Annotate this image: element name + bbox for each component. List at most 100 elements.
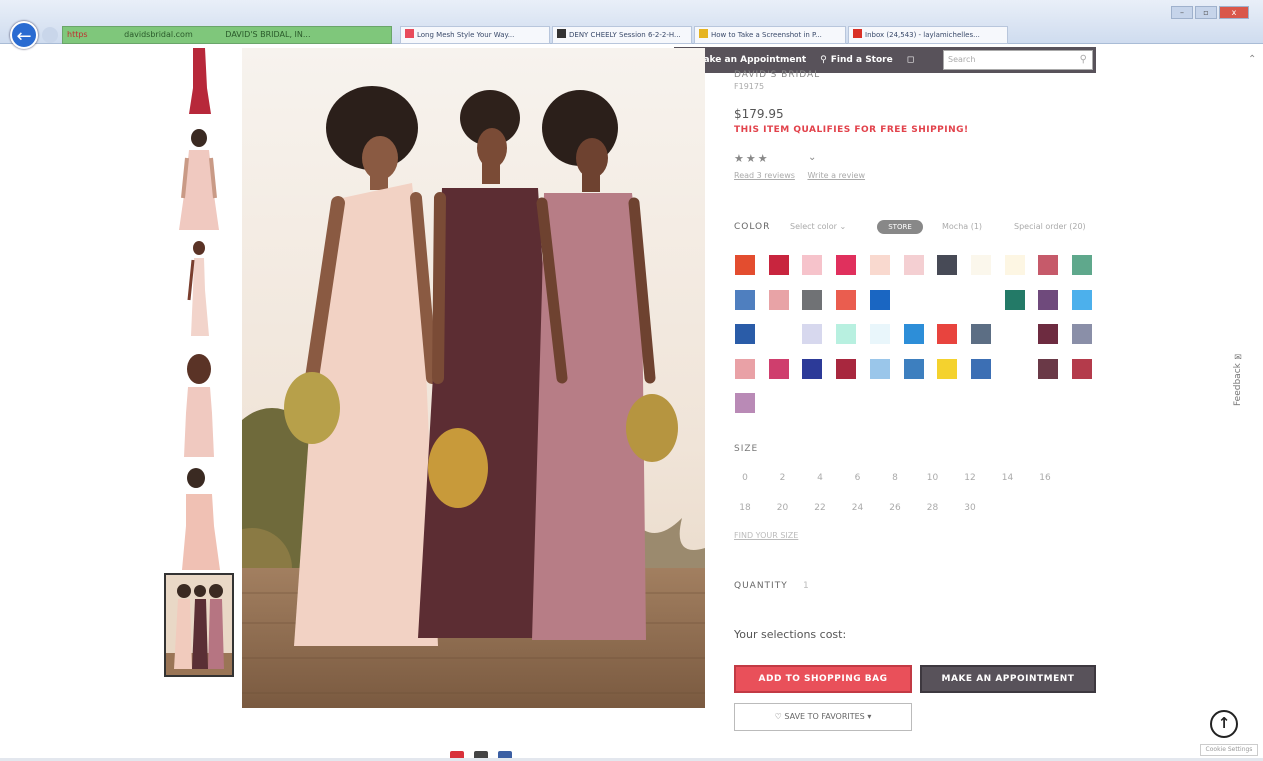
scroll-up-arrow-icon[interactable]: ⌃ — [1248, 54, 1256, 65]
shopping-bag-link[interactable]: ◻ — [907, 55, 914, 65]
color-swatch[interactable] — [903, 324, 924, 344]
color-swatch[interactable] — [802, 358, 823, 379]
color-swatch[interactable] — [1038, 255, 1059, 275]
color-swatch[interactable] — [1072, 324, 1092, 344]
color-swatch[interactable] — [836, 358, 857, 379]
minimize-button[interactable]: – — [1171, 6, 1193, 19]
forward-button[interactable] — [42, 27, 58, 43]
color-swatch[interactable] — [802, 289, 823, 310]
color-swatch[interactable] — [802, 324, 823, 344]
find-store-link[interactable]: ⚲ Find a Store — [820, 55, 893, 65]
close-button[interactable]: x — [1219, 6, 1249, 19]
read-reviews-link[interactable]: Read 3 reviews — [734, 171, 795, 180]
color-swatch[interactable] — [735, 393, 755, 413]
color-filter-option[interactable]: Mocha (1) — [942, 222, 982, 231]
color-swatch[interactable] — [903, 358, 924, 379]
size-option[interactable]: 2 — [768, 470, 798, 486]
size-option[interactable]: 10 — [918, 470, 948, 486]
color-swatch[interactable] — [1004, 255, 1025, 275]
browser-tab[interactable]: DENY CHEELY Session 6-2-2-H... — [552, 26, 692, 44]
color-swatch[interactable] — [937, 255, 958, 275]
add-to-bag-button[interactable]: ADD TO SHOPPING BAG — [734, 665, 912, 693]
size-option[interactable]: 18 — [730, 500, 760, 516]
color-swatch[interactable] — [971, 290, 991, 310]
browser-tab[interactable]: Long Mesh Style Your Way... — [400, 26, 550, 44]
color-swatch[interactable] — [970, 358, 991, 379]
color-swatch[interactable] — [1072, 289, 1092, 310]
arrow-up-icon: ↑ — [1217, 714, 1231, 732]
main-product-image[interactable] — [242, 48, 705, 708]
color-swatch[interactable] — [970, 255, 991, 275]
feedback-tab[interactable]: Feedback ✉ — [1233, 340, 1247, 406]
color-swatch[interactable] — [1038, 358, 1059, 379]
color-swatch[interactable] — [869, 255, 890, 275]
make-appointment-button[interactable]: MAKE AN APPOINTMENT — [920, 665, 1096, 693]
color-swatch[interactable] — [970, 324, 991, 344]
size-option[interactable]: 24 — [843, 500, 873, 516]
color-swatch[interactable] — [937, 324, 958, 344]
browser-tab[interactable]: How to Take a Screenshot in P... — [694, 26, 846, 44]
color-swatch[interactable] — [768, 358, 789, 379]
color-swatch[interactable] — [937, 290, 957, 310]
color-swatch[interactable] — [735, 255, 755, 275]
color-swatch[interactable] — [1005, 324, 1025, 344]
color-filter-store[interactable]: STORE — [877, 220, 923, 234]
size-option[interactable]: 30 — [955, 500, 985, 516]
color-swatch[interactable] — [903, 255, 924, 275]
color-swatch[interactable] — [869, 324, 890, 344]
color-swatch[interactable] — [768, 289, 789, 310]
back-to-top-button[interactable]: ↑ — [1210, 710, 1238, 738]
search-input[interactable]: Search ⚲ — [943, 50, 1093, 70]
color-swatch[interactable] — [1072, 358, 1092, 379]
color-swatch[interactable] — [768, 255, 789, 275]
back-arrow-icon[interactable]: ← — [10, 21, 38, 49]
color-swatch[interactable] — [1072, 255, 1092, 275]
color-swatch[interactable] — [836, 324, 857, 344]
thumbnail-image — [182, 468, 220, 570]
size-option[interactable]: 20 — [768, 500, 798, 516]
chevron-down-icon[interactable]: ⌄ — [808, 152, 816, 163]
browser-tab[interactable]: Inbox (24,543) - laylamichelles... — [848, 26, 1008, 44]
write-review-link[interactable]: Write a review — [807, 171, 865, 180]
thumbnail-5[interactable] — [164, 466, 234, 570]
cookie-settings-button[interactable]: Cookie Settings — [1200, 744, 1258, 756]
size-option[interactable]: 6 — [843, 470, 873, 486]
color-select-dropdown[interactable]: Select color ⌄ — [790, 222, 846, 231]
color-filter-special-order[interactable]: Special order (20) — [1014, 222, 1086, 231]
search-icon[interactable]: ⚲ — [1080, 51, 1087, 69]
size-option[interactable]: 28 — [918, 500, 948, 516]
color-swatch[interactable] — [836, 289, 857, 310]
color-swatch[interactable] — [802, 255, 823, 275]
size-option[interactable]: 16 — [1030, 470, 1060, 486]
color-swatch[interactable] — [735, 358, 755, 379]
quantity-input[interactable]: 1 — [803, 581, 809, 591]
save-to-favorites-button[interactable]: ♡ SAVE TO FAVORITES ▾ — [734, 703, 912, 731]
size-guide-link[interactable]: FIND YOUR SIZE — [734, 531, 798, 540]
color-swatch[interactable] — [904, 290, 924, 310]
size-option[interactable]: 8 — [880, 470, 910, 486]
thumbnail-4[interactable] — [164, 353, 234, 457]
color-swatch[interactable] — [836, 255, 857, 275]
color-swatch[interactable] — [869, 358, 890, 379]
color-swatch[interactable] — [869, 289, 890, 310]
size-option[interactable]: 22 — [805, 500, 835, 516]
thumbnail-3[interactable] — [164, 240, 234, 340]
color-swatch[interactable] — [735, 289, 755, 310]
size-option[interactable]: 4 — [805, 470, 835, 486]
color-swatch[interactable] — [1005, 359, 1025, 379]
color-swatch[interactable] — [769, 324, 789, 344]
size-option[interactable]: 0 — [730, 470, 760, 486]
color-swatch[interactable] — [1004, 289, 1025, 310]
thumbnail-2[interactable] — [164, 128, 234, 232]
thumbnail-6-selected[interactable] — [164, 573, 234, 677]
color-swatch[interactable] — [1038, 324, 1059, 344]
size-option[interactable]: 14 — [993, 470, 1023, 486]
address-bar[interactable]: https davidsbridal.com DAVID'S BRIDAL, I… — [62, 26, 392, 44]
size-option[interactable]: 12 — [955, 470, 985, 486]
thumbnail-1[interactable] — [164, 48, 234, 118]
maximize-button[interactable]: ▫ — [1195, 6, 1217, 19]
color-swatch[interactable] — [937, 358, 958, 379]
color-swatch[interactable] — [735, 324, 755, 344]
color-swatch[interactable] — [1038, 289, 1059, 310]
size-option[interactable]: 26 — [880, 500, 910, 516]
